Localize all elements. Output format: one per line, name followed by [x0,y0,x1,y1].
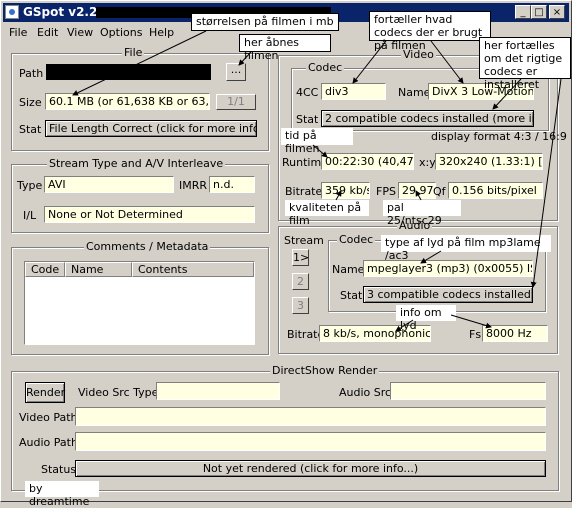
comments-group-label: Comments / Metadata [84,240,211,253]
stream-group-label: Stream Type and A/V Interleave [47,157,226,170]
app-icon [5,5,19,19]
gspot-window: GSpot v2.21: _ □ × File Edit View Option… [0,0,572,508]
audio-stream-label: Stream [284,234,324,247]
bitrate-callout: kvaliteten på film [285,200,369,227]
close-button[interactable]: × [549,5,565,19]
path-field[interactable] [46,64,211,80]
installed-callout: her fortælles om det rigtige codecs er i… [479,37,571,91]
fps-field: 29.97 [398,182,436,199]
xy-field: 320x240 (1.33:1) [=4: [435,153,543,170]
render-status-button[interactable]: Not yet rendered (click for more info...… [75,460,546,477]
open-callout: her åbnes filmen [239,34,331,62]
imrr-field: n.d. [209,176,255,193]
page-button[interactable]: 1/1 [216,94,256,110]
video-stat-label: Stat [296,113,319,126]
size-label: Size [19,96,42,109]
video-stat-button[interactable]: 2 compatible codecs installed (more info… [321,110,534,127]
pal-callout: pal 25/ntsc29 [383,200,461,227]
size-callout: størrelsen på filmen i mb [191,13,339,31]
runtime-field: 00:22:30 (40,470 fr [321,153,414,170]
size-field: 60.1 MB (or 61,638 KB or 63,117, [45,93,210,110]
minimize-button[interactable]: _ [515,5,531,19]
menu-view[interactable]: View [67,26,93,39]
audio-src-field [390,382,546,400]
stat-label: Stat [19,123,42,136]
render-button[interactable]: Render [25,382,65,403]
type-field: AVI [44,176,174,193]
audio-stream-1-button[interactable]: 1> [292,249,309,266]
menu-file[interactable]: File [9,26,27,39]
video-bitrate-field: 359 kb/s [321,182,370,199]
qf-field: 0.156 bits/pixel [448,182,543,199]
file-stat-button[interactable]: File Length Correct (click for more info… [45,120,257,137]
audio-name-field: mpeglayer3 (mp3) (0x0055) ISO/M [363,260,533,277]
video-src-field [156,382,280,400]
audio-src-label: Audio Src [339,386,392,399]
audio-info-callout: info om lyd [396,305,456,332]
imrr-label: IMRR [179,179,208,192]
browse-button[interactable]: ... [226,63,246,81]
column-code[interactable]: Code [25,262,65,277]
video-name-label: Name [398,86,431,99]
column-contents[interactable]: Contents [132,262,254,277]
video-bitrate-label: Bitrate [285,185,323,198]
credit-note: by dreamtime [25,481,99,508]
audio-stream-2-button[interactable]: 2 [292,273,309,290]
fs-field: 8000 Hz [482,325,548,342]
metadata-list[interactable]: Code Name Contents [24,261,255,345]
audio-type-callout: type af lyd på film mp3lame /ac3 [381,235,551,262]
menu-edit[interactable]: Edit [37,26,58,39]
runtime-callout: tid på filmen [281,128,353,155]
audio-path-label: Audio Path [19,436,78,449]
column-name[interactable]: Name [65,262,132,277]
video-codec-label: Codec [306,61,345,74]
qf-label: Qf [433,185,446,198]
il-field: None or Not Determined [44,206,255,223]
audio-codec-label: Codec [337,233,376,246]
codecs-callout: fortæller hvad codecs der er brugt på fi… [369,11,491,52]
audio-stream-3-button[interactable]: 3 [292,297,309,314]
render-group-label: DirectShow Render [270,364,380,377]
xy-label: x:y [419,156,436,169]
audio-stat-label: Stat [340,289,363,302]
menu-help[interactable]: Help [149,26,174,39]
path-label: Path [19,67,44,80]
type-label: Type [17,179,43,192]
fps-label: FPS [376,185,396,198]
video-src-label: Video Src Type [78,386,159,399]
status-label: Status [41,463,77,476]
audio-stat-button[interactable]: 3 compatible codecs installed [363,286,533,303]
il-label: I/L [23,209,37,222]
video-path-label: Video Path [19,411,78,424]
maximize-button[interactable]: □ [531,5,547,19]
fs-label: Fs [469,328,482,341]
audio-path-field [75,432,546,451]
audio-name-label: Name [332,263,365,276]
display-format-label: display format 4:3 / 16:9 [431,130,567,143]
video-path-field [75,407,546,426]
fourcc-field: div3 [321,83,386,100]
file-group-label: File [122,46,145,59]
menu-options[interactable]: Options [100,26,142,39]
fourcc-label: 4CC [296,86,319,99]
